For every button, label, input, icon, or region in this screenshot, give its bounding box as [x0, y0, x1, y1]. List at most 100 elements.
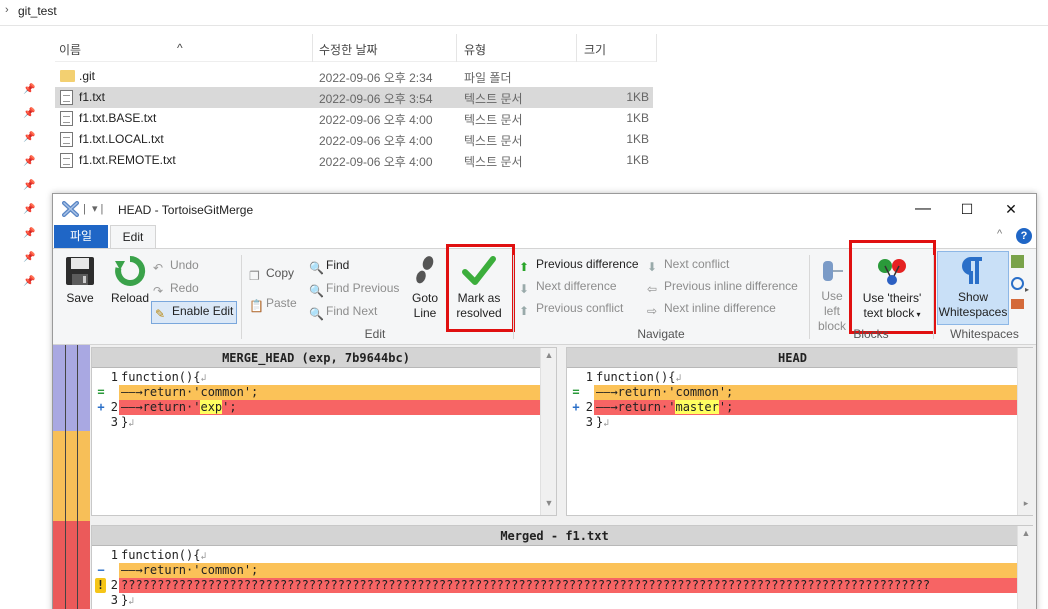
ribbon-scroll-right-icon[interactable]: ▸: [1025, 285, 1029, 294]
scroll-up-icon[interactable]: ▲: [1018, 528, 1034, 538]
redo-button[interactable]: ↷ Redo: [153, 281, 199, 298]
vertical-scrollbar[interactable]: ▲: [1017, 526, 1033, 609]
whitespace-option-icon[interactable]: [1011, 255, 1024, 268]
undo-button[interactable]: ↶ Undo: [153, 258, 199, 275]
file-size: 1KB: [626, 111, 649, 125]
line-ending-icon: ↲: [603, 418, 610, 429]
pin-icon[interactable]: 📌: [23, 228, 35, 239]
code-line[interactable]: 3}↲: [92, 593, 1017, 608]
next-difference-button[interactable]: ⬇ Next difference: [519, 279, 617, 296]
highlight-box: [849, 240, 936, 334]
whitespace-option-icon[interactable]: [1011, 299, 1024, 309]
line-text: }↲: [594, 415, 609, 431]
copy-button[interactable]: ❐ Copy: [249, 266, 294, 283]
code-line[interactable]: − ——→return·'common';: [92, 563, 1017, 578]
pin-icon[interactable]: 📌: [23, 156, 35, 167]
pin-icon[interactable]: 📌: [23, 108, 35, 119]
group-label-navigate: Navigate: [637, 327, 685, 341]
merged-pane[interactable]: Merged - f1.txt ▲ 1 function(){↲ − ——→retur…: [91, 525, 1033, 609]
tab-file[interactable]: 파일: [54, 225, 108, 248]
previous-conflict-button[interactable]: ⬆ Previous conflict: [519, 301, 623, 318]
next-conflict-button[interactable]: ⬇ Next conflict: [647, 257, 729, 274]
reload-button[interactable]: Reload: [109, 255, 151, 306]
previous-difference-label: Previous difference: [536, 257, 639, 271]
help-icon[interactable]: ?: [1016, 228, 1032, 244]
vertical-scrollbar[interactable]: ▲ ▼: [540, 348, 556, 515]
file-row[interactable]: f1.txt.BASE.txt 2022-09-06 오후 4:00 텍스트 문서 1…: [55, 108, 653, 129]
column-header-name[interactable]: 이름: [59, 41, 81, 58]
line-text: ——→return·'exp';: [119, 400, 237, 415]
theirs-pane[interactable]: MERGE_HEAD (exp, 7b9644bc) ▲ ▼ 1 function…: [91, 347, 557, 516]
minimize-button[interactable]: —: [901, 196, 945, 222]
file-list-header: ^ 이름 수정한 날짜 유형 크기: [55, 34, 657, 62]
redo-label: Redo: [170, 281, 199, 295]
file-row[interactable]: f1.txt 2022-09-06 오후 3:54 텍스트 문서 1KB: [55, 87, 653, 108]
line-marker: =: [97, 385, 105, 399]
next-inline-difference-button[interactable]: ⇨ Next inline difference: [647, 301, 776, 318]
pin-icon[interactable]: 📌: [23, 204, 35, 215]
code-line[interactable]: 3}↲: [92, 415, 540, 430]
tab-edit[interactable]: Edit: [110, 225, 156, 249]
code-line[interactable]: = ——→return·'common';: [567, 385, 1017, 400]
file-row[interactable]: f1.txt.LOCAL.txt 2022-09-06 오후 4:00 텍스트 문서…: [55, 129, 653, 150]
merged-lines[interactable]: 1 function(){↲ − ——→return·'common';! 2?????…: [92, 548, 1017, 609]
column-header-type[interactable]: 유형: [464, 41, 486, 58]
column-header-modified[interactable]: 수정한 날짜: [319, 41, 378, 58]
column-divider[interactable]: [656, 34, 657, 62]
paste-icon: 📋: [249, 299, 264, 313]
mine-pane[interactable]: HEAD ▸ 1 function(){↲ = ——→return·'common';…: [566, 347, 1033, 516]
enable-edit-button[interactable]: ✎ Enable Edit: [151, 301, 238, 324]
column-header-size[interactable]: 크기: [584, 41, 606, 58]
column-divider[interactable]: [576, 34, 577, 62]
paste-button[interactable]: 📋 Paste: [249, 296, 297, 313]
pin-icon[interactable]: 📌: [23, 180, 35, 191]
scroll-right-icon[interactable]: ▸: [1018, 498, 1034, 509]
scroll-down-icon[interactable]: ▼: [541, 498, 557, 508]
code-line[interactable]: ! 2??????????????????????????????????????…: [92, 578, 1017, 593]
pin-icon[interactable]: 📌: [23, 252, 35, 263]
save-button[interactable]: Save: [59, 255, 101, 306]
goto-line-button[interactable]: Goto Line: [405, 255, 445, 321]
title-bar[interactable]: | ▾ | HEAD - TortoiseGitMerge — ☐ ✕: [53, 194, 1036, 224]
code-line[interactable]: +2 ——→return·'exp';: [92, 400, 540, 415]
code-line[interactable]: 1 function(){↲: [92, 370, 540, 385]
show-whitespaces-button[interactable]: Show Whitespaces: [937, 251, 1009, 325]
whitespace-option-icon[interactable]: [1011, 277, 1024, 290]
line-number: 2: [110, 400, 118, 414]
code-line[interactable]: 1 function(){↲: [92, 548, 1017, 563]
pin-icon[interactable]: 📌: [23, 276, 35, 287]
pin-icon[interactable]: 📌: [23, 132, 35, 143]
use-left-block-button[interactable]: Use left block: [813, 257, 851, 334]
column-divider[interactable]: [312, 34, 313, 62]
scroll-up-icon[interactable]: ▲: [541, 350, 557, 360]
code-line[interactable]: 1 function(){↲: [567, 370, 1017, 385]
file-modified: 2022-09-06 오후 2:34: [319, 71, 433, 85]
close-button[interactable]: ✕: [989, 196, 1033, 222]
maximize-button[interactable]: ☐: [945, 196, 989, 222]
code-line[interactable]: +2 ——→return·'master';: [567, 400, 1017, 415]
pin-icon[interactable]: 📌: [23, 84, 35, 95]
line-marker: =: [572, 385, 580, 399]
vertical-scrollbar[interactable]: ▸: [1017, 348, 1033, 515]
file-row[interactable]: .git 2022-09-06 오후 2:34 파일 폴더: [55, 66, 653, 87]
floppy-disk-icon: [66, 257, 94, 285]
find-button[interactable]: 🔍 Find: [309, 258, 349, 275]
code-line[interactable]: 3}↲: [567, 415, 1017, 430]
previous-inline-difference-button[interactable]: ⇦ Previous inline difference: [647, 279, 798, 296]
quick-access-dropdown-icon[interactable]: | ▾ |: [83, 202, 103, 215]
code-line[interactable]: = ——→return·'common';: [92, 385, 540, 400]
previous-conflict-label: Previous conflict: [536, 301, 624, 315]
find-previous-button[interactable]: 🔍 Find Previous: [309, 281, 399, 298]
file-row[interactable]: f1.txt.REMOTE.txt 2022-09-06 오후 4:00 텍스트 문…: [55, 150, 653, 171]
line-ending-icon: ↲: [200, 551, 207, 562]
magnifier-icon: 🔍: [309, 261, 324, 275]
previous-difference-button[interactable]: ⬆ Previous difference: [519, 257, 639, 274]
line-number: 2: [110, 578, 118, 592]
chevron-right-icon[interactable]: ›: [5, 4, 9, 16]
group-separator: [933, 255, 934, 339]
arrow-down-icon: ⬇: [647, 260, 658, 274]
column-divider[interactable]: [456, 34, 457, 62]
find-next-button[interactable]: 🔍 Find Next: [309, 304, 377, 321]
collapse-ribbon-icon[interactable]: ^: [997, 228, 1002, 240]
breadcrumb[interactable]: git_test: [18, 4, 57, 18]
